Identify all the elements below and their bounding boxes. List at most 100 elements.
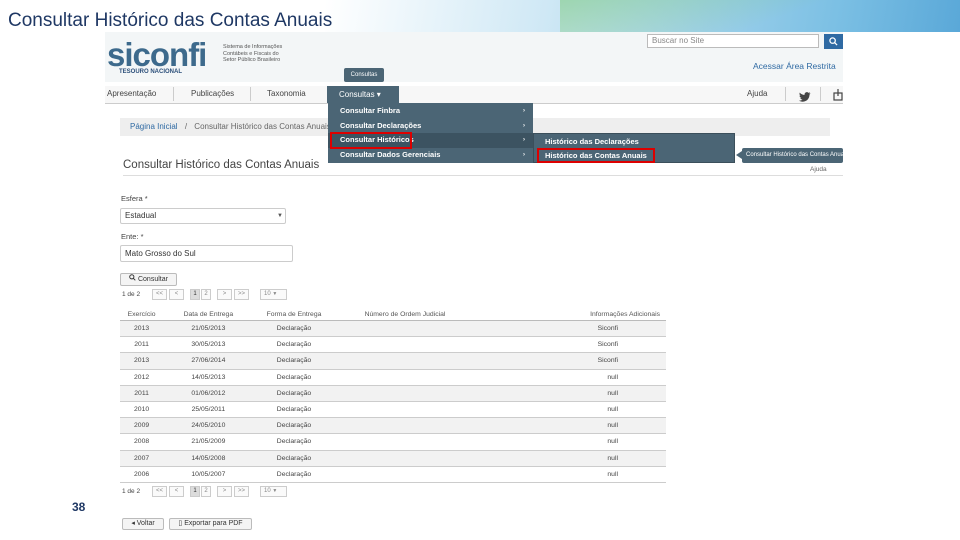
search-button[interactable]: [824, 34, 843, 49]
help-link[interactable]: Ajuda: [810, 166, 827, 173]
page-2-button[interactable]: 2: [201, 289, 211, 300]
table-row: 2011 01/06/2012 Declaração null: [120, 385, 666, 402]
slide-page-number: 38: [72, 500, 86, 514]
nav-publicacoes[interactable]: Publicações: [191, 89, 234, 98]
consultar-button[interactable]: Consultar: [120, 273, 177, 286]
last-page-button-bottom[interactable]: >>: [234, 486, 249, 497]
table-row: 2011 30/05/2013 Declaração Siconfi: [120, 336, 666, 354]
table-cell: null: [475, 417, 666, 435]
document-icon: ▯: [178, 520, 183, 527]
ente-input[interactable]: Mato Grosso do Sul: [120, 245, 293, 262]
page-size-value-bottom: 10: [264, 488, 271, 494]
search-icon: [829, 37, 838, 46]
nav-taxonomia[interactable]: Taxonomia: [267, 89, 306, 98]
slide-title: Consultar Histórico das Contas Anuais: [8, 10, 333, 31]
site-search-input[interactable]: Buscar no Site: [647, 34, 819, 48]
menu-consultar-declaracoes[interactable]: Consultar Declarações ›: [328, 119, 533, 134]
pagination-info: 1 de 2: [122, 291, 141, 298]
menu-tooltip: Consultar Histórico das Contas Anuais: [742, 148, 843, 163]
menu-consultar-finbra[interactable]: Consultar Finbra ›: [328, 104, 533, 119]
table-row: 2007 14/05/2008 Declaração null: [120, 450, 666, 467]
table-cell: 21/05/2013: [163, 320, 254, 338]
table-cell: 10/05/2007: [163, 466, 254, 483]
menu-item-label: Consultar Dados Gerenciais: [340, 149, 441, 159]
next-page-button[interactable]: >: [217, 289, 232, 300]
table-row: 2008 21/05/2009 Declaração null: [120, 433, 666, 451]
table-cell: Declaração: [253, 352, 335, 370]
table-cell: 2012: [120, 369, 164, 386]
col-ordem-judicial[interactable]: Número de Ordem Judicial: [334, 308, 476, 321]
table-cell: null: [475, 466, 666, 483]
table-cell: Declaração: [253, 336, 335, 354]
table-cell: Siconfi: [475, 320, 666, 338]
menu-historico-declaracoes[interactable]: Histórico das Declarações: [534, 135, 736, 149]
share-icon[interactable]: [833, 88, 843, 106]
chevron-right-icon: ›: [523, 151, 525, 158]
col-exercicio[interactable]: Exercício: [120, 308, 164, 321]
back-button[interactable]: ◂ Voltar: [122, 518, 164, 530]
nav-ajuda[interactable]: Ajuda: [747, 89, 767, 98]
prev-page-button[interactable]: <: [169, 289, 184, 300]
table-cell: [334, 401, 476, 419]
contas-table: Exercício Data de Entrega Forma de Entre…: [120, 308, 666, 483]
logo-subtitle: Sistema de Informações Contábeis e Fisca…: [223, 44, 283, 63]
last-page-button[interactable]: >>: [234, 289, 249, 300]
consultas-tooltip: Consultas: [344, 68, 384, 82]
nav-divider: [785, 87, 786, 101]
tesouro-nacional-logo: TESOURO NACIONAL: [119, 69, 182, 75]
table-cell: 2007: [120, 450, 164, 467]
restricted-area-link[interactable]: Acessar Área Restrita: [753, 61, 836, 71]
table-cell: Declaração: [253, 320, 335, 338]
table-cell: Siconfi: [475, 336, 666, 354]
prev-page-button-bottom[interactable]: <: [169, 486, 184, 497]
nav-divider: [820, 87, 821, 101]
col-data-entrega[interactable]: Data de Entrega: [163, 308, 254, 321]
table-cell: Siconfi: [475, 352, 666, 370]
title-divider: [123, 175, 843, 176]
highlight-contas-anuais: [537, 148, 655, 163]
nav-divider: [250, 87, 251, 101]
table-cell: Declaração: [253, 433, 335, 451]
esfera-select[interactable]: Estadual: [120, 208, 286, 224]
col-forma-entrega[interactable]: Forma de Entrega: [253, 308, 335, 321]
esfera-label: Esfera *: [121, 194, 148, 203]
nav-apresentacao[interactable]: Apresentação: [107, 89, 156, 98]
menu-consultar-dados-gerenciais[interactable]: Consultar Dados Gerenciais ›: [328, 148, 533, 163]
table-cell: 24/05/2010: [163, 417, 254, 435]
table-row: 2013 27/06/2014 Declaração Siconfi: [120, 352, 666, 370]
nav-consultas[interactable]: Consultas ▾: [327, 86, 399, 103]
table-cell: Declaração: [253, 369, 335, 386]
table-row: 2010 25/05/2011 Declaração null: [120, 401, 666, 419]
table-cell: [334, 417, 476, 435]
page-1-button[interactable]: 1: [190, 289, 200, 300]
table-cell: [334, 336, 476, 354]
page-size-select[interactable]: 10 ▼: [260, 289, 287, 300]
next-page-button-bottom[interactable]: >: [217, 486, 232, 497]
table-cell: [334, 466, 476, 483]
first-page-button[interactable]: <<: [152, 289, 167, 300]
table-cell: 2011: [120, 336, 164, 354]
col-info-adicionais[interactable]: Informações Adicionais: [475, 308, 666, 321]
table-row: 2006 10/05/2007 Declaração null: [120, 466, 666, 483]
breadcrumb-separator: /: [184, 122, 188, 131]
table-cell: 2011: [120, 385, 164, 402]
table-cell: [334, 369, 476, 386]
first-page-button-bottom[interactable]: <<: [152, 486, 167, 497]
table-cell: Declaração: [253, 466, 335, 483]
table-cell: null: [475, 433, 666, 451]
breadcrumb-home-link[interactable]: Página Inicial: [130, 122, 178, 131]
export-pdf-button[interactable]: ▯ Exportar para PDF: [169, 518, 252, 530]
nav-divider: [173, 87, 174, 101]
table-cell: 30/05/2013: [163, 336, 254, 354]
table-cell: null: [475, 450, 666, 467]
consultar-button-label: Consultar: [137, 276, 168, 283]
table-cell: [334, 320, 476, 338]
table-cell: [334, 385, 476, 402]
twitter-icon[interactable]: [799, 89, 811, 107]
table-row: 2009 24/05/2010 Declaração null: [120, 417, 666, 435]
page-2-button-bottom[interactable]: 2: [201, 486, 211, 497]
table-cell: null: [475, 385, 666, 402]
page-1-button-bottom[interactable]: 1: [190, 486, 200, 497]
table-cell: 14/05/2013: [163, 369, 254, 386]
page-size-select-bottom[interactable]: 10 ▼: [260, 486, 287, 497]
